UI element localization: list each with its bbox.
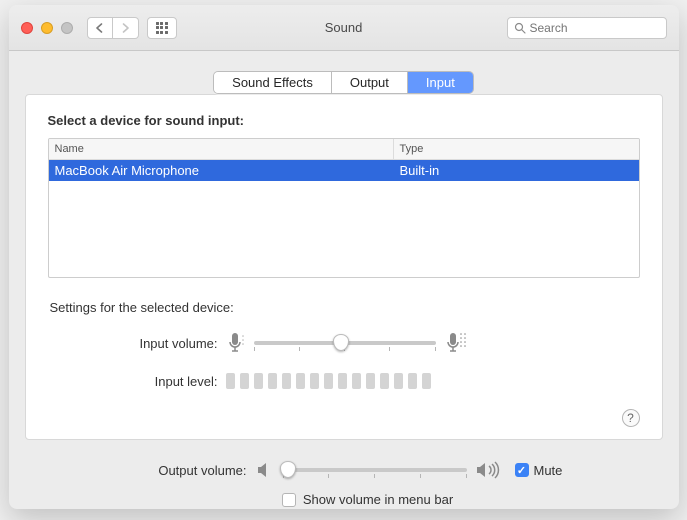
tab-bar: Sound Effects Output Input: [25, 71, 663, 94]
input-panel: Select a device for sound input: Name Ty…: [25, 94, 663, 440]
minimize-icon[interactable]: [41, 22, 53, 34]
back-button[interactable]: [87, 17, 113, 39]
output-volume-slider[interactable]: [283, 468, 467, 472]
close-icon[interactable]: [21, 22, 33, 34]
search-field[interactable]: [507, 17, 667, 39]
input-level-row: Input level:: [48, 373, 640, 389]
mic-high-icon: [444, 329, 468, 357]
speaker-low-icon: [255, 460, 275, 480]
input-volume-slider[interactable]: [254, 341, 436, 345]
output-volume-label: Output volume:: [25, 463, 255, 478]
show-all-button[interactable]: [147, 17, 177, 39]
mic-low-icon: [226, 329, 246, 357]
tab-input[interactable]: Input: [408, 72, 473, 93]
window-title: Sound: [325, 20, 363, 35]
search-input[interactable]: [530, 21, 660, 35]
show-volume-checkbox[interactable]: [282, 493, 296, 507]
tab-output[interactable]: Output: [332, 72, 408, 93]
show-volume-label: Show volume in menu bar: [303, 492, 453, 507]
settings-label: Settings for the selected device:: [50, 300, 640, 315]
input-volume-label: Input volume:: [48, 336, 226, 351]
device-table: Name Type MacBook Air Microphone Built-i…: [48, 138, 640, 278]
device-type: Built-in: [394, 160, 446, 181]
grid-icon: [156, 22, 168, 34]
input-level-meter: [226, 373, 431, 389]
table-header: Name Type: [49, 139, 639, 160]
nav-buttons: [87, 17, 139, 39]
zoom-icon: [61, 22, 73, 34]
tab-sound-effects[interactable]: Sound Effects: [214, 72, 332, 93]
output-volume-row: Output volume: Mute: [25, 460, 663, 480]
col-name[interactable]: Name: [49, 139, 394, 159]
titlebar: Sound: [9, 5, 679, 51]
col-type[interactable]: Type: [394, 139, 639, 159]
input-level-label: Input level:: [48, 374, 226, 389]
table-row[interactable]: MacBook Air Microphone Built-in: [49, 160, 639, 181]
select-device-label: Select a device for sound input:: [48, 113, 640, 128]
mute-label: Mute: [534, 463, 563, 478]
mute-checkbox[interactable]: [515, 463, 529, 477]
forward-button[interactable]: [113, 17, 139, 39]
window-controls: [21, 22, 73, 34]
help-button[interactable]: ?: [622, 409, 640, 427]
speaker-high-icon: [475, 460, 507, 480]
search-icon: [514, 22, 526, 34]
device-name: MacBook Air Microphone: [49, 160, 394, 181]
show-volume-row: Show volume in menu bar: [73, 492, 663, 507]
input-volume-row: Input volume:: [48, 329, 640, 357]
